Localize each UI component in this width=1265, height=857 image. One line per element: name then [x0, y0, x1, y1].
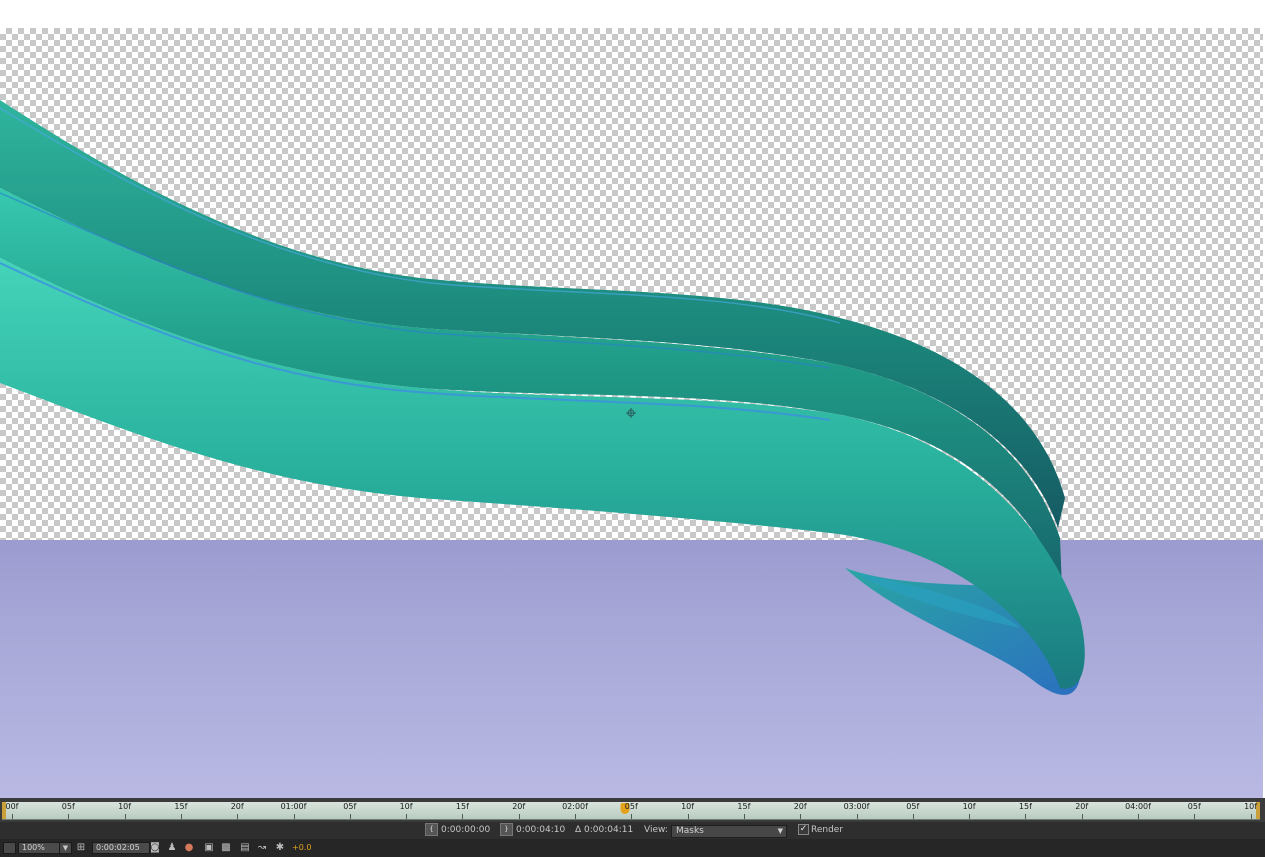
ruler-tick-mark — [687, 814, 689, 819]
view-label: View: — [644, 825, 668, 835]
ruler-tick-label: 05f — [1187, 802, 1201, 811]
ruler-tick-label: 01:00f — [280, 802, 307, 811]
render-toggle[interactable]: ✓ Render — [798, 822, 843, 839]
ruler-tick-label: 15f — [174, 802, 188, 811]
ruler-tick-mark — [462, 814, 464, 819]
ruler-tick-label: 20f — [1075, 802, 1089, 811]
chevron-down-icon: ▼ — [777, 827, 783, 835]
duration-value: Δ 0:00:04:11 — [575, 825, 634, 835]
ruler-tick-mark — [969, 814, 971, 819]
ruler-tick-mark — [1025, 814, 1027, 819]
start-time-icon: { — [425, 823, 438, 836]
exposure-reset-icon[interactable]: ✱ — [274, 842, 286, 854]
ruler-tick-label: 15f — [455, 802, 469, 811]
ruler-tick-mark — [406, 814, 408, 819]
view-dropdown-value: Masks — [676, 826, 704, 836]
ruler-tick-mark — [800, 814, 802, 819]
ruler-tick-label: 05f — [61, 802, 75, 811]
render-label: Render — [811, 825, 844, 835]
zoom-dropdown[interactable]: 100% — [18, 842, 60, 854]
ruler-tick-mark — [293, 814, 295, 819]
ruler-tick-label: 20f — [793, 802, 807, 811]
viewer-bottom-toolbar: 100% ▼ ⊞ 0:00:02:05 ◙ ♟ ● ▣ ▩ ▤ ↝ ✱ +0.0 — [0, 839, 1265, 857]
always-preview-icon[interactable] — [3, 842, 16, 854]
view-dropdown[interactable]: Masks ▼ — [671, 825, 787, 838]
ruler-tick-mark — [518, 814, 520, 819]
end-time[interactable]: } 0:00:04:10 — [500, 822, 565, 839]
ruler-tick-mark — [12, 814, 13, 819]
viewer-info-bar: {0:00:00:00 } 0:00:04:10 Δ 0:00:04:11 Vie… — [0, 822, 1265, 839]
ruler-tick-mark — [1194, 814, 1196, 819]
ruler-tick-mark — [1138, 814, 1139, 819]
grid-icon[interactable]: ⊞ — [75, 842, 87, 854]
time-ruler[interactable]: 00f 05f 10f 15f 20f 01:00f 05f 10f 15f 20f 02:00f 0… — [0, 798, 1265, 822]
ruler-tick-mark — [180, 814, 182, 819]
ruler-tick-mark — [856, 814, 858, 819]
ruler-tick-mark — [575, 814, 576, 819]
ruler-tick-label: 10f — [1244, 802, 1258, 811]
start-time-value: 0:00:00:00 — [441, 825, 491, 835]
current-time-field[interactable]: 0:00:02:05 — [92, 842, 150, 854]
end-time-value: 0:00:04:10 — [516, 825, 566, 835]
ruler-tick-mark — [68, 814, 70, 819]
3d-view-icon[interactable]: ▤ — [239, 842, 251, 854]
ribbon-3d-object — [0, 100, 1085, 695]
transparency-grid-icon[interactable]: ▩ — [220, 842, 232, 854]
ruler-tick-label: 00f — [5, 802, 19, 811]
show-snapshot-icon[interactable]: ♟ — [166, 842, 178, 854]
current-time-value: 0:00:02:05 — [96, 843, 140, 852]
ruler-tick-mark — [743, 814, 745, 819]
ruler-tick-label: 10f — [962, 802, 976, 811]
composition-viewer[interactable] — [0, 28, 1263, 798]
ruler-tick-label: 10f — [118, 802, 132, 811]
time-ruler-track[interactable]: 00f 05f 10f 15f 20f 01:00f 05f 10f 15f 20f 02:00f 0… — [2, 802, 1260, 820]
camera-snapshot-icon[interactable]: ◙ — [149, 842, 161, 854]
ruler-tick-label: 15f — [1018, 802, 1032, 811]
ruler-tick-label: 20f — [230, 802, 244, 811]
ruler-tick-label: 10f — [399, 802, 413, 811]
zoom-dropdown-icon[interactable]: ▼ — [59, 842, 72, 854]
ruler-tick-label: 05f — [624, 802, 638, 811]
render-checkbox[interactable]: ✓ — [798, 824, 809, 835]
end-time-icon: } — [500, 823, 513, 836]
ruler-tick-mark — [124, 814, 126, 819]
ruler-tick-mark — [912, 814, 914, 819]
ruler-tick-mark — [349, 814, 351, 819]
ruler-tick-label: 03:00f — [843, 802, 870, 811]
ruler-tick-label: 05f — [906, 802, 920, 811]
ruler-tick-mark — [237, 814, 239, 819]
ruler-tick-label: 20f — [512, 802, 526, 811]
exposure-value[interactable]: +0.0 — [292, 842, 311, 854]
fast-preview-icon[interactable]: ↝ — [256, 842, 268, 854]
ruler-tick-label: 15f — [737, 802, 751, 811]
ruler-tick-label: 02:00f — [562, 802, 588, 811]
ruler-tick-mark — [1250, 814, 1252, 819]
ruler-tick-label: 10f — [681, 802, 695, 811]
top-margin — [0, 0, 1265, 28]
zoom-value: 100% — [22, 843, 45, 852]
ruler-tick-label: 05f — [343, 802, 357, 811]
region-of-interest-icon[interactable]: ▣ — [203, 842, 215, 854]
start-time[interactable]: {0:00:00:00 — [425, 822, 490, 839]
ruler-tick-label: 04:00f — [1125, 802, 1151, 811]
ruler-tick-mark — [1081, 814, 1083, 819]
ruler-tick-mark — [631, 814, 633, 819]
color-channels-icon[interactable]: ● — [183, 842, 195, 854]
